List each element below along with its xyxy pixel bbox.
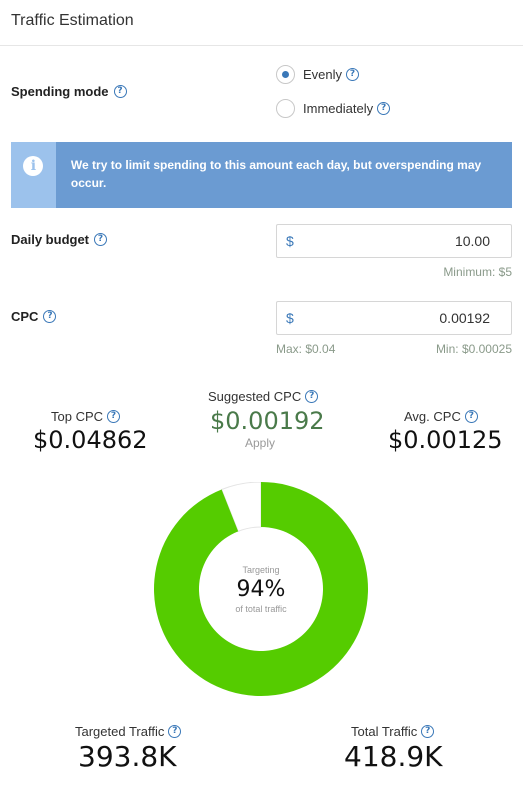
radio-immediately[interactable]: Immediately ? bbox=[276, 99, 391, 118]
panel-header: Traffic Estimation bbox=[0, 0, 523, 46]
avg-cpc-help-icon[interactable]: ? bbox=[464, 410, 478, 423]
top-cpc-value: $0.04862 bbox=[33, 426, 148, 454]
targeted-traffic-help-icon[interactable]: ? bbox=[168, 725, 182, 738]
donut-percent: 94% bbox=[236, 576, 286, 602]
total-traffic-label-row: Total Traffic ? bbox=[351, 724, 435, 739]
suggested-cpc-label: Suggested CPC bbox=[208, 389, 302, 404]
info-icon: i bbox=[23, 156, 44, 176]
spending-mode-help-icon[interactable]: ? bbox=[113, 85, 127, 98]
avg-cpc-label-row: Avg. CPC ? bbox=[404, 409, 478, 424]
suggested-cpc-help-icon[interactable]: ? bbox=[305, 390, 319, 403]
daily-budget-label: Daily budget bbox=[11, 232, 90, 247]
targeted-traffic-value: 393.8K bbox=[78, 740, 177, 773]
cpc-max-hint: Max: $0.04 bbox=[276, 342, 336, 356]
cpc-min-hint: Min: $0.00025 bbox=[435, 342, 512, 356]
evenly-help-icon[interactable]: ? bbox=[346, 68, 360, 81]
avg-cpc-value: $0.00125 bbox=[388, 426, 503, 454]
spending-mode-label: Spending mode bbox=[11, 84, 109, 99]
top-cpc-help-icon[interactable]: ? bbox=[107, 410, 121, 423]
top-cpc-label-row: Top CPC ? bbox=[51, 409, 121, 424]
donut-center: Targeting 94% of total traffic bbox=[154, 482, 368, 696]
daily-budget-help-icon[interactable]: ? bbox=[94, 233, 108, 246]
avg-cpc-label: Avg. CPC bbox=[404, 409, 461, 424]
suggested-cpc-value: $0.00192 bbox=[210, 407, 325, 435]
cpc-value[interactable]: 0.00192 bbox=[294, 310, 490, 326]
suggested-cpc-label-row: Suggested CPC ? bbox=[208, 389, 319, 404]
apply-suggested-cpc-link[interactable]: Apply bbox=[245, 436, 275, 450]
top-cpc-label: Top CPC bbox=[51, 409, 104, 424]
daily-budget-input[interactable]: $ 10.00 bbox=[276, 224, 512, 258]
info-icon-box: i bbox=[11, 142, 56, 208]
targeted-traffic-label: Targeted Traffic bbox=[75, 724, 165, 739]
total-traffic-label: Total Traffic bbox=[351, 724, 418, 739]
donut-bottom-text: of total traffic bbox=[235, 603, 287, 614]
info-banner: i We try to limit spending to this amoun… bbox=[11, 142, 512, 208]
cpc-label: CPC bbox=[11, 309, 39, 324]
daily-budget-minimum-hint: Minimum: $5 bbox=[443, 265, 512, 279]
total-traffic-help-icon[interactable]: ? bbox=[421, 725, 435, 738]
total-traffic-value: 418.9K bbox=[344, 740, 443, 773]
daily-budget-currency: $ bbox=[286, 233, 294, 249]
cpc-input[interactable]: $ 0.00192 bbox=[276, 301, 512, 335]
spending-mode-label-row: Spending mode ? bbox=[11, 84, 127, 99]
targeted-traffic-label-row: Targeted Traffic ? bbox=[75, 724, 182, 739]
radio-immediately-label: Immediately bbox=[303, 101, 374, 116]
cpc-label-row: CPC ? bbox=[11, 309, 57, 324]
cpc-help-icon[interactable]: ? bbox=[43, 310, 57, 323]
info-banner-text: We try to limit spending to this amount … bbox=[70, 158, 482, 190]
daily-budget-value[interactable]: 10.00 bbox=[294, 233, 490, 249]
donut-top-text: Targeting bbox=[242, 564, 280, 575]
cpc-currency: $ bbox=[286, 310, 294, 326]
immediately-help-icon[interactable]: ? bbox=[377, 102, 391, 115]
radio-immediately-circle[interactable] bbox=[276, 99, 295, 118]
panel-title: Traffic Estimation bbox=[11, 12, 134, 29]
targeting-donut-chart: Targeting 94% of total traffic bbox=[153, 481, 368, 696]
radio-evenly-circle[interactable] bbox=[276, 65, 295, 84]
radio-evenly-label: Evenly bbox=[303, 67, 343, 82]
radio-evenly[interactable]: Evenly ? bbox=[276, 65, 360, 84]
daily-budget-label-row: Daily budget ? bbox=[11, 232, 108, 247]
